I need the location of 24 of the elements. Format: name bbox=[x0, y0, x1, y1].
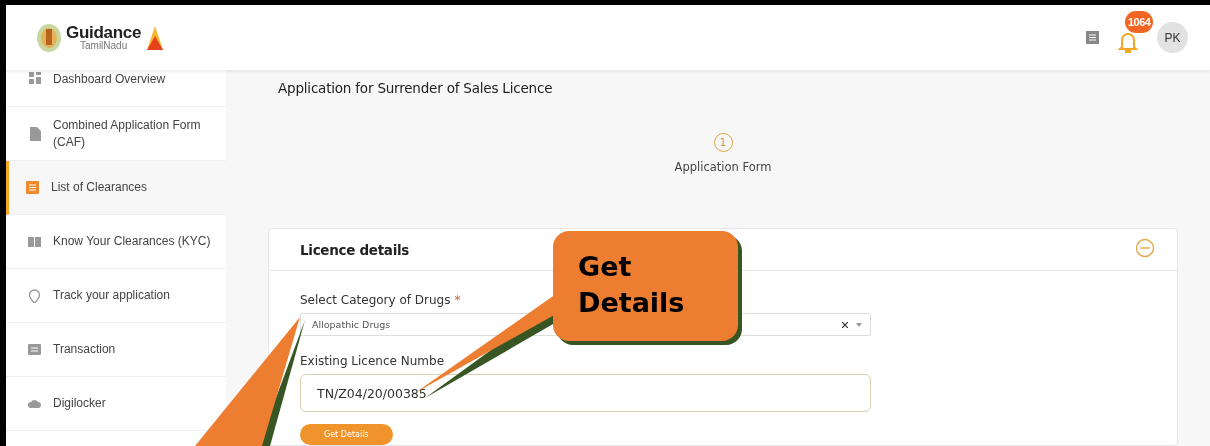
step-label: Application Form bbox=[674, 160, 772, 174]
list-icon[interactable] bbox=[1086, 31, 1099, 44]
page-title: Application for Surrender of Sales Licence bbox=[278, 80, 554, 96]
licence-number-field[interactable]: TN/Z04/20/00385 bbox=[300, 374, 871, 412]
notification-badge: 1064 bbox=[1125, 10, 1154, 33]
card-title: Licence details bbox=[300, 241, 410, 258]
logo-title: Guidance bbox=[66, 24, 142, 41]
bell-icon[interactable] bbox=[1118, 30, 1138, 53]
location-pin-icon bbox=[28, 288, 41, 303]
collapse-icon[interactable] bbox=[1135, 237, 1155, 258]
book-icon bbox=[28, 234, 41, 249]
field-label: Select Category of Drugs * bbox=[300, 293, 461, 307]
card-icon bbox=[28, 342, 41, 357]
emblem-icon bbox=[36, 22, 62, 53]
sidebar-item[interactable]: List of Clearances bbox=[6, 161, 226, 215]
sidebar-item[interactable]: Dashboard Overview bbox=[6, 70, 226, 107]
list-icon bbox=[26, 180, 39, 195]
user-avatar[interactable]: PK bbox=[1157, 22, 1188, 53]
clear-icon[interactable] bbox=[842, 321, 848, 328]
logo-subtitle: TamilNadu bbox=[80, 41, 129, 51]
grid-icon bbox=[28, 71, 41, 85]
field-label: Existing Licence Numbe bbox=[300, 354, 445, 368]
document-icon bbox=[28, 126, 41, 141]
dropdown-caret-icon[interactable] bbox=[856, 322, 862, 327]
